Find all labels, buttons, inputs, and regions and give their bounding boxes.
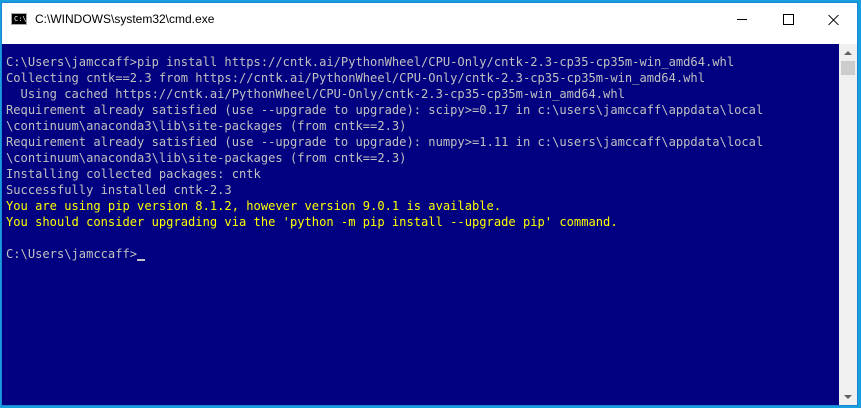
minimize-icon bbox=[737, 19, 747, 20]
scrollbar-thumb[interactable] bbox=[841, 61, 855, 75]
maximize-icon bbox=[782, 14, 794, 25]
console-output[interactable]: C:\Users\jamccaff>pip install https://cn… bbox=[2, 44, 839, 405]
console-line: Requirement already satisfied (use --upg… bbox=[6, 103, 764, 117]
arrow-down-icon bbox=[844, 394, 852, 399]
console-line: Installing collected packages: cntk bbox=[6, 167, 261, 181]
arrow-up-icon bbox=[844, 50, 852, 55]
console-line: \continuum\anaconda3\lib\site-packages (… bbox=[6, 119, 407, 133]
command-prompt: C:\Users\jamccaff> bbox=[6, 247, 138, 261]
pip-warning-line: You are using pip version 8.1.2, however… bbox=[6, 199, 502, 213]
console-line: Requirement already satisfied (use --upg… bbox=[6, 135, 764, 149]
scroll-up-button[interactable] bbox=[839, 44, 857, 61]
scroll-down-button[interactable] bbox=[839, 388, 857, 405]
cmd-window: C:\ C:\WINDOWS\system32\cmd.exe C:\Users… bbox=[1, 2, 858, 406]
console-line: \continuum\anaconda3\lib\site-packages (… bbox=[6, 151, 407, 165]
console-line: C:\Users\jamccaff>pip install https://cn… bbox=[6, 55, 735, 69]
minimize-button[interactable] bbox=[719, 3, 765, 36]
command-prompt-line[interactable]: C:\Users\jamccaff> bbox=[6, 246, 839, 262]
console-line: Collecting cntk==2.3 from https://cntk.a… bbox=[6, 71, 705, 85]
maximize-button[interactable] bbox=[765, 3, 811, 36]
vertical-scrollbar[interactable] bbox=[839, 44, 857, 405]
title-bar[interactable]: C:\ C:\WINDOWS\system32\cmd.exe bbox=[2, 3, 857, 36]
console-line: Using cached https://cntk.ai/PythonWheel… bbox=[6, 87, 625, 101]
window-title: C:\WINDOWS\system32\cmd.exe bbox=[35, 12, 215, 26]
pip-warning-line: You should consider upgrading via the 'p… bbox=[6, 215, 618, 229]
console-line: Successfully installed cntk-2.3 bbox=[6, 183, 232, 197]
console-icon[interactable]: C:\ bbox=[11, 13, 27, 25]
close-button[interactable] bbox=[811, 3, 857, 36]
close-icon bbox=[828, 14, 840, 26]
console-icon-prompt: C:\ bbox=[14, 15, 27, 23]
text-cursor bbox=[137, 259, 146, 261]
